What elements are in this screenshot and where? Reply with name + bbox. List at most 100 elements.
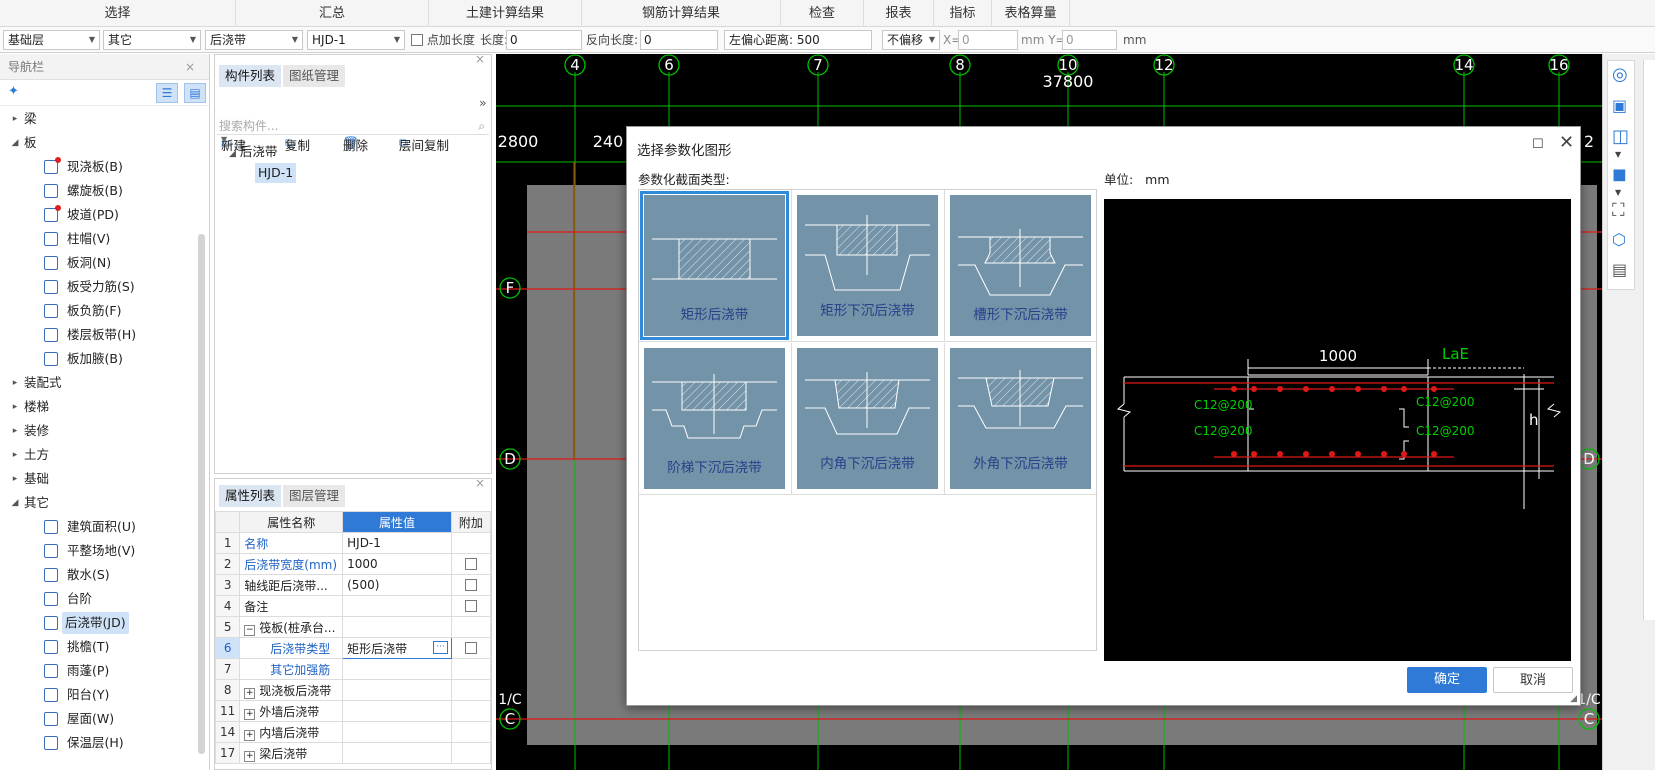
point-length-checkbox[interactable] bbox=[411, 34, 423, 46]
view-3d-icon[interactable]: ▣ bbox=[1612, 96, 1627, 115]
tab-check[interactable]: 检查 bbox=[781, 0, 864, 27]
component-icon bbox=[44, 304, 58, 318]
expand-arrow-icon[interactable]: ▸ bbox=[10, 372, 20, 394]
attribute-value[interactable]: 矩形后浇带 ··· bbox=[342, 637, 452, 659]
attribute-row[interactable]: 17 + 梁后浇带 bbox=[214, 742, 492, 764]
attribute-row[interactable]: 7 其它加强筋 bbox=[214, 658, 492, 680]
attribute-value[interactable]: 1000 bbox=[342, 553, 452, 575]
shape-rect[interactable]: 矩形后浇带 bbox=[639, 190, 792, 342]
expand-icon[interactable]: + bbox=[244, 729, 256, 741]
detail-view-icon[interactable]: ▤ bbox=[184, 83, 206, 103]
close-icon[interactable]: × bbox=[185, 54, 195, 80]
attribute-value[interactable] bbox=[342, 616, 452, 638]
chevron-down-icon[interactable]: ▼ bbox=[1615, 188, 1621, 197]
collapse-icon[interactable]: − bbox=[244, 624, 256, 636]
expand-arrow-icon[interactable]: ▸ bbox=[10, 396, 20, 418]
more-options-icon[interactable]: ··· bbox=[433, 641, 448, 654]
attribute-value[interactable] bbox=[342, 742, 452, 764]
attribute-row[interactable]: 14 + 内墙后浇带 bbox=[214, 721, 492, 743]
attribute-row[interactable]: 4 备注 bbox=[214, 595, 492, 617]
tab-rebar-results[interactable]: 钢筋计算结果 bbox=[582, 0, 781, 27]
tab-drawing-management[interactable]: 图纸管理 bbox=[283, 65, 346, 87]
attribute-value[interactable] bbox=[342, 679, 452, 701]
attribute-row[interactable]: 2 后浇带宽度(mm) 1000 bbox=[214, 553, 492, 575]
reverse-length-input[interactable]: 0 bbox=[640, 30, 718, 50]
name-select[interactable]: HJD-1 ▼ bbox=[307, 30, 405, 50]
attribute-row[interactable]: 8 + 现浇板后浇带 bbox=[214, 679, 492, 701]
expand-icon[interactable]: + bbox=[244, 708, 256, 720]
tab-report[interactable]: 报表 bbox=[864, 0, 934, 27]
length-input[interactable]: 0 bbox=[506, 30, 582, 50]
chevron-down-icon[interactable]: ▼ bbox=[1615, 150, 1621, 159]
maximize-icon[interactable]: ☐ bbox=[1532, 137, 1544, 152]
extra-checkbox[interactable] bbox=[464, 642, 477, 654]
attribute-row[interactable]: 5− 筏板(桩承台... bbox=[214, 616, 492, 638]
expand-arrow-icon[interactable]: ▸ bbox=[10, 420, 20, 442]
tree-child-selected[interactable]: HJD-1 bbox=[255, 163, 297, 183]
expand-icon[interactable]: + bbox=[244, 687, 256, 699]
shape-rect-sunken[interactable]: 矩形下沉后浇带 bbox=[792, 190, 945, 342]
attribute-value[interactable]: HJD-1 bbox=[342, 532, 452, 554]
tab-select[interactable]: 选择 bbox=[0, 0, 236, 27]
y-input[interactable]: 0 bbox=[1062, 30, 1117, 50]
list-view-icon[interactable]: ☰ bbox=[156, 83, 178, 103]
collapse-arrow-icon[interactable]: ◢ bbox=[10, 492, 20, 514]
fit-view-icon[interactable]: ⛶ bbox=[1612, 200, 1625, 221]
view-toolbar: ◎ ▣ ◫ ▼ ◼ ▼ ⛶ ⬡ ▤ bbox=[1602, 54, 1655, 770]
offset-mode-select[interactable]: 不偏移 ▼ bbox=[882, 30, 940, 50]
tab-attribute-list[interactable]: 属性列表 bbox=[219, 485, 282, 507]
extra-checkbox[interactable] bbox=[464, 558, 477, 570]
expand-arrow-icon[interactable]: ▸ bbox=[10, 108, 20, 130]
type-select[interactable]: 后浇带 ▼ bbox=[205, 30, 303, 50]
nav-scrollbar[interactable] bbox=[198, 234, 205, 754]
shape-step-sunken[interactable]: 阶梯下沉后浇带 bbox=[639, 343, 792, 495]
attribute-value[interactable] bbox=[342, 658, 452, 680]
layer-view-icon[interactable]: ▤ bbox=[1612, 260, 1627, 279]
tab-layer-management[interactable]: 图层管理 bbox=[283, 485, 346, 507]
row-number: 17 bbox=[214, 742, 241, 764]
close-icon[interactable]: × bbox=[475, 52, 485, 66]
collapse-arrow-icon[interactable]: ◢ bbox=[10, 132, 20, 154]
cube-icon[interactable]: ◫ bbox=[1612, 126, 1629, 147]
attribute-name: − 筏板(桩承台... bbox=[239, 616, 344, 638]
tab-table-calc[interactable]: 表格算量 bbox=[992, 0, 1070, 27]
floor-select[interactable]: 基础层 ▼ bbox=[3, 30, 100, 50]
shape-groove-sunken[interactable]: 槽形下沉后浇带 bbox=[945, 190, 1098, 342]
close-icon[interactable]: × bbox=[475, 476, 485, 490]
attribute-value[interactable] bbox=[342, 700, 452, 722]
point-length-option[interactable]: 点加长度 bbox=[411, 30, 475, 50]
extra-checkbox[interactable] bbox=[464, 600, 477, 612]
more-icon[interactable]: » bbox=[479, 95, 487, 110]
tab-summary[interactable]: 汇总 bbox=[236, 0, 429, 27]
left-offset-field[interactable]: 左偏心距离: 500 bbox=[724, 30, 872, 50]
pin-icon[interactable]: ✦ bbox=[8, 84, 19, 99]
attribute-value[interactable] bbox=[342, 721, 452, 743]
category-select[interactable]: 其它 ▼ bbox=[103, 30, 201, 50]
resize-grip-icon[interactable]: ◢ bbox=[1570, 694, 1577, 704]
expand-arrow-icon[interactable]: ▸ bbox=[10, 468, 20, 490]
shape-inner-corner-sunken[interactable]: 内角下沉后浇带 bbox=[792, 343, 945, 495]
tree-parent[interactable]: ◢ 后浇带 bbox=[229, 141, 277, 160]
solid-cube-icon[interactable]: ◼ bbox=[1612, 164, 1627, 185]
attribute-row[interactable]: 3 轴线距后浇带... (500) bbox=[214, 574, 492, 596]
x-input[interactable]: 0 bbox=[958, 30, 1018, 50]
orbit-icon[interactable]: ◎ bbox=[1612, 64, 1628, 85]
attribute-row[interactable]: 6 后浇带类型 矩形后浇带 ··· bbox=[214, 637, 492, 659]
tab-component-list[interactable]: 构件列表 bbox=[219, 65, 282, 87]
search-input[interactable]: 搜索构件... ⌕ bbox=[217, 117, 489, 135]
ok-button[interactable]: 确定 bbox=[1407, 667, 1487, 693]
expand-arrow-icon[interactable]: ▸ bbox=[10, 444, 20, 466]
attribute-value[interactable] bbox=[342, 595, 452, 617]
attribute-value[interactable]: (500) bbox=[342, 574, 452, 596]
attribute-row[interactable]: 11 + 外墙后浇带 bbox=[214, 700, 492, 722]
expand-icon[interactable]: + bbox=[244, 750, 256, 762]
tab-civil-results[interactable]: 土建计算结果 bbox=[429, 0, 582, 27]
shape-outer-corner-sunken[interactable]: 外角下沉后浇带 bbox=[945, 343, 1098, 495]
extra-checkbox[interactable] bbox=[464, 579, 477, 591]
close-icon[interactable]: ✕ bbox=[1559, 132, 1574, 153]
axis-label: 1/C bbox=[498, 692, 522, 708]
tab-index[interactable]: 指标 bbox=[934, 0, 992, 27]
cancel-button[interactable]: 取消 bbox=[1493, 667, 1573, 693]
isometric-icon[interactable]: ⬡ bbox=[1612, 230, 1626, 249]
attribute-row[interactable]: 1 名称 HJD-1 bbox=[214, 532, 492, 554]
